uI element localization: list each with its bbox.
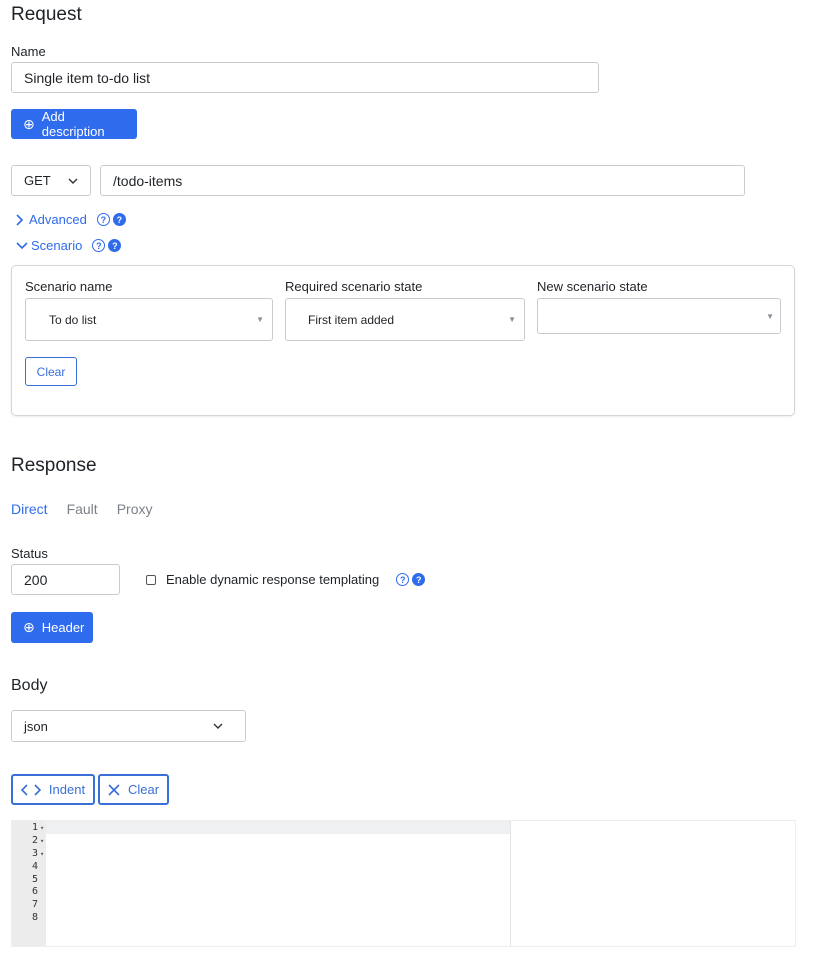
help-filled-icon[interactable]: ?	[412, 573, 426, 586]
scenario-toggle[interactable]: Scenario ? ?	[15, 238, 122, 253]
templating-label: Enable dynamic response templating	[166, 572, 380, 587]
indent-label: Indent	[48, 782, 86, 797]
body-title: Body	[11, 677, 48, 694]
required-state-label: Required scenario state	[285, 279, 423, 294]
help-outline-icon[interactable]: ?	[96, 213, 110, 226]
scenario-clear-label: Clear	[36, 364, 66, 379]
code-brackets-icon	[20, 783, 41, 796]
line-number-row: 3 ▾	[31, 847, 45, 859]
name-label: Name	[11, 44, 46, 59]
new-state-label: New scenario state	[537, 279, 648, 294]
plus-circle-icon: ⊕	[23, 619, 35, 635]
scenario-clear-button[interactable]: Clear	[25, 357, 77, 386]
response-title: Response	[11, 455, 97, 476]
url-input[interactable]: /todo-items	[100, 165, 745, 196]
add-description-label: Add description	[41, 109, 105, 139]
dropdown-arrow-icon: ▼	[508, 315, 516, 324]
dropdown-arrow-icon: ▼	[256, 315, 264, 324]
scenario-name-label: Scenario name	[25, 279, 113, 294]
chevron-down-icon	[68, 178, 78, 184]
active-line-highlight	[46, 821, 510, 834]
line-numbers: 1 ▾ 2 ▾ 3 ▾ 4 5 6 7 8	[12, 822, 46, 925]
scenario-label: Scenario	[31, 238, 83, 253]
method-value: GET	[24, 173, 51, 188]
chevron-down-icon	[16, 241, 28, 249]
required-state-value: First item added	[308, 312, 395, 327]
status-input[interactable]: 200	[11, 564, 120, 595]
tab-direct[interactable]: Direct	[11, 501, 48, 517]
help-outline-icon[interactable]: ?	[92, 239, 106, 252]
templating-checkbox[interactable]	[146, 574, 156, 585]
body-format-select[interactable]: json	[11, 710, 246, 742]
chevron-down-icon	[213, 723, 223, 729]
line-number-row: 6	[31, 886, 38, 898]
line-number-row: 1 ▾	[31, 822, 45, 833]
body-clear-button[interactable]: Clear	[98, 774, 169, 805]
json-editor[interactable]: 1 ▾ 2 ▾ 3 ▾ 4 5 6 7 8	[11, 820, 796, 947]
required-state-select[interactable]: First item added ▼	[285, 298, 525, 341]
add-description-button[interactable]: ⊕ Add description	[11, 109, 137, 139]
tab-proxy[interactable]: Proxy	[117, 501, 153, 517]
response-tabs: Direct Fault Proxy	[11, 501, 152, 517]
scenario-name-select[interactable]: To do list ▼	[25, 298, 273, 341]
print-margin	[510, 821, 511, 946]
line-number-row: 2 ▾	[31, 834, 45, 846]
status-label: Status	[11, 546, 48, 561]
line-number-row: 5	[31, 873, 38, 885]
chevron-right-icon	[16, 213, 24, 226]
dropdown-arrow-icon: ▼	[766, 311, 774, 321]
templating-option: Enable dynamic response templating ? ?	[146, 572, 426, 587]
status-value: 200	[24, 571, 48, 588]
body-format-value: json	[24, 718, 48, 734]
method-select[interactable]: GET	[11, 165, 91, 196]
new-state-select[interactable]: ▼	[537, 298, 781, 334]
help-filled-icon[interactable]: ?	[108, 239, 122, 252]
advanced-toggle[interactable]: Advanced ? ?	[15, 212, 126, 227]
help-filled-icon[interactable]: ?	[112, 213, 126, 226]
tab-fault[interactable]: Fault	[67, 501, 98, 517]
url-value: /todo-items	[113, 172, 183, 189]
line-number-row: 8	[31, 912, 38, 924]
advanced-label: Advanced	[29, 212, 87, 227]
plus-circle-icon: ⊕	[23, 115, 35, 132]
add-header-button[interactable]: ⊕ Header	[11, 612, 93, 643]
name-input[interactable]: Single item to-do list	[11, 62, 599, 93]
indent-button[interactable]: Indent	[11, 774, 95, 805]
line-number-row: 7	[31, 899, 38, 911]
help-outline-icon[interactable]: ?	[396, 573, 410, 586]
add-header-label: Header	[41, 620, 85, 635]
body-clear-label: Clear	[127, 782, 160, 797]
request-title: Request	[11, 4, 82, 25]
close-icon	[108, 783, 120, 796]
line-number-row: 4	[31, 860, 38, 872]
scenario-name-value: To do list	[49, 312, 97, 327]
name-input-value: Single item to-do list	[24, 69, 151, 86]
